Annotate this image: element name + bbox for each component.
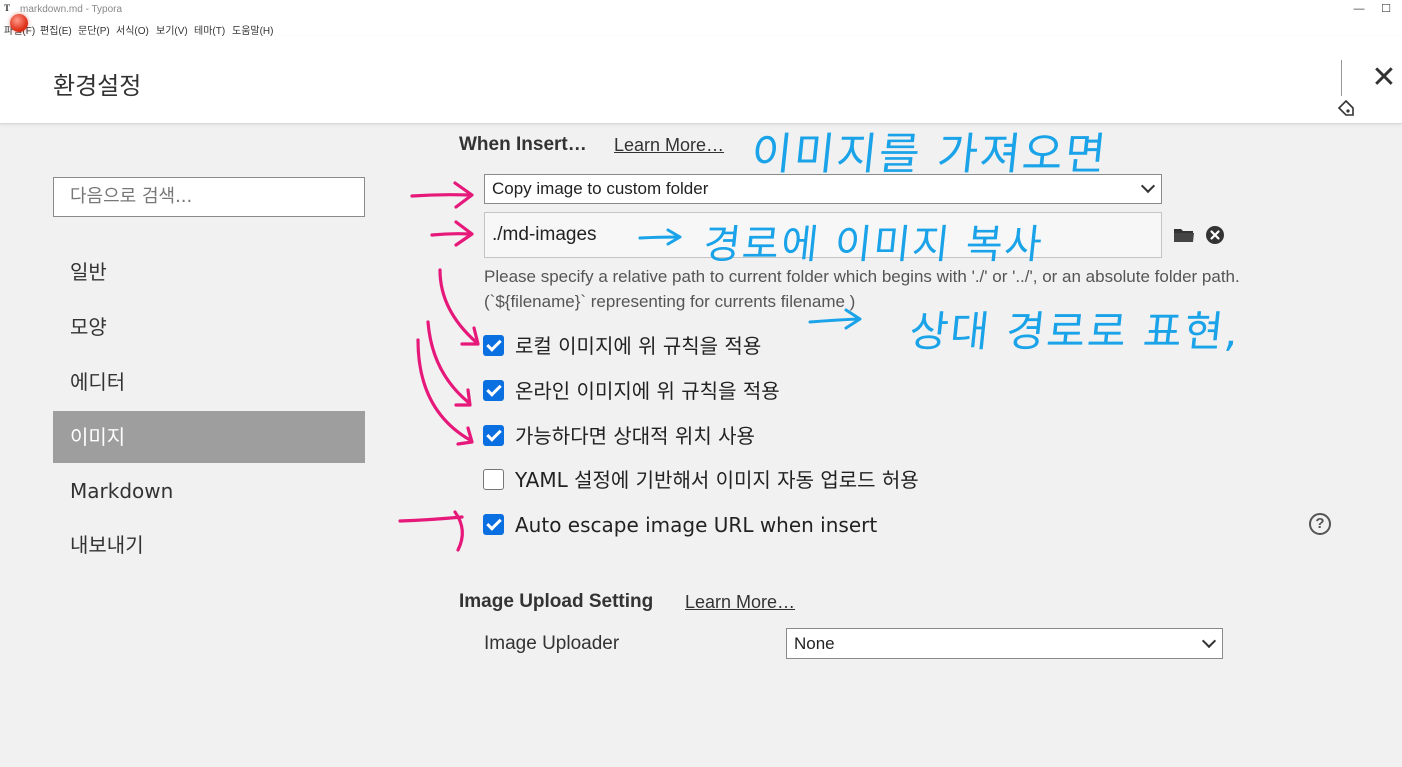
window-title: markdown.md - Typora [20,4,123,15]
when-insert-heading: When Insert… [459,134,587,155]
close-icon[interactable]: ✕ [1370,63,1398,93]
arrow-mark [398,515,464,523]
arrow-mark [438,268,478,344]
search-input[interactable]: 다음으로 검색... [53,177,365,217]
sidebar-item-image[interactable]: 이미지 [53,411,365,463]
clear-icon[interactable] [1205,225,1225,245]
checkbox-label: Auto escape image URL when insert [515,513,878,537]
checkbox[interactable] [483,380,504,401]
checkbox[interactable] [483,469,504,490]
sidebar-item-markdown[interactable]: Markdown [53,465,365,517]
checkbox[interactable] [483,425,504,446]
header-divider [1341,60,1342,96]
tag-icon [1337,99,1354,116]
arrow-mark [410,193,472,198]
checkbox-label: 온라인 이미지에 위 규칙을 적용 [515,379,780,403]
image-uploader-value: None [794,634,835,653]
menu-paragraph[interactable]: 문단(P) [78,22,110,37]
menu-help[interactable]: 도움말(H) [232,22,273,37]
checkbox-label: 로컬 이미지에 위 규칙을 적용 [515,334,762,358]
arrow-mark [416,338,472,442]
sidebar-item-editor[interactable]: 에디터 [53,356,365,408]
arrow-mark [453,181,474,209]
menu-format[interactable]: 서식(O) [116,22,149,37]
image-uploader-label: Image Uploader [484,633,620,654]
arrow-mark [460,326,480,346]
checkbox[interactable] [483,514,504,535]
arrow-mark [808,317,860,324]
title-bar: T markdown.md - Typora — ☐ [0,0,1402,20]
menu-view[interactable]: 보기(V) [156,22,188,37]
help-icon[interactable]: ? [1309,513,1331,535]
minimize-button[interactable]: — [1352,3,1366,15]
arrow-mark [454,388,472,407]
image-uploader-select[interactable]: None [786,628,1223,659]
chevron-down-icon [1201,633,1217,648]
arrow-mark [430,232,472,237]
arrow-mark [454,220,474,247]
page-title: 환경설정 [53,72,142,100]
annotation-note-1: 이미지를 가져오면 [748,129,1111,180]
sidebar-item-general[interactable]: 일반 [53,246,365,298]
checkbox-label: 가능하다면 상대적 위치 사용 [515,424,755,448]
folder-icon[interactable] [1173,226,1195,244]
when-insert-learn-more-link[interactable]: Learn More… [614,135,724,156]
annotation-note-2: 경로에 이미지 복사 [701,222,1046,268]
menu-edit[interactable]: 편집(E) [40,22,72,37]
typora-app-icon: T [4,3,11,13]
menu-theme[interactable]: 테마(T) [194,22,225,37]
chevron-down-icon [1140,178,1156,194]
image-upload-heading: Image Upload Setting [459,591,654,612]
maximize-button[interactable]: ☐ [1379,3,1393,15]
preferences-header: 환경설정 ✕ [0,36,1402,124]
insert-action-value: Copy image to custom folder [492,179,709,198]
checkbox-label: YAML 설정에 기반해서 이미지 자동 업로드 허용 [515,468,919,492]
arrow-mark [453,510,464,552]
arrow-mark [426,320,470,404]
checkbox[interactable] [483,335,504,356]
menu-bar: 파일(F) 편집(E) 문단(P) 서식(O) 보기(V) 테마(T) 도움말(… [0,20,1402,37]
sidebar-item-export[interactable]: 내보내기 [53,519,365,571]
recording-indicator-icon [10,14,28,32]
upload-learn-more-link[interactable]: Learn More… [685,592,795,613]
arrow-mark [456,426,474,446]
annotation-note-3: 상대 경로로 표현, [907,307,1243,356]
sidebar-item-appearance[interactable]: 모양 [53,301,365,353]
